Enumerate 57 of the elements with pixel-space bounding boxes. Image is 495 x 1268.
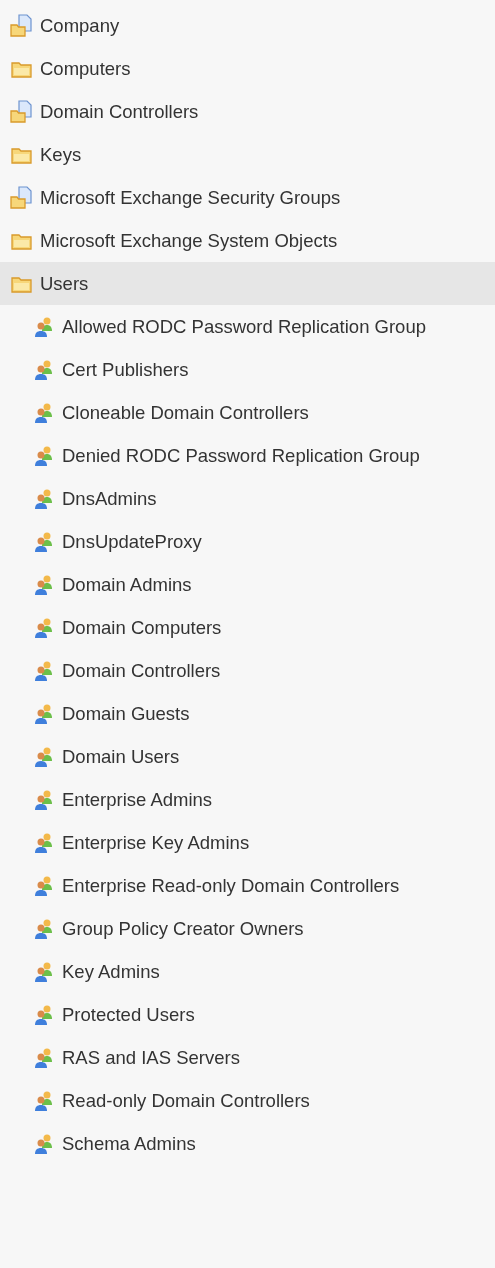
folder-document-icon: [10, 185, 34, 210]
folder-document-icon: [10, 99, 34, 124]
item-label: Users: [40, 272, 89, 295]
item-label: Domain Admins: [62, 573, 192, 596]
tree-item[interactable]: DnsAdmins: [0, 477, 495, 520]
item-label: Keys: [40, 143, 82, 166]
tree-item[interactable]: RAS and IAS Servers: [0, 1036, 495, 1079]
item-label: Cert Publishers: [62, 358, 189, 381]
tree-item[interactable]: Domain Users: [0, 735, 495, 778]
item-label: Enterprise Admins: [62, 788, 213, 811]
tree-item[interactable]: Domain Computers: [0, 606, 495, 649]
item-label: Computers: [40, 57, 131, 80]
tree-item[interactable]: Cloneable Domain Controllers: [0, 391, 495, 434]
item-label: Domain Guests: [62, 702, 190, 725]
tree-item[interactable]: DnsUpdateProxy: [0, 520, 495, 563]
item-label: Cloneable Domain Controllers: [62, 401, 309, 424]
tree-item[interactable]: Microsoft Exchange Security Groups: [0, 176, 495, 219]
tree-item[interactable]: Protected Users: [0, 993, 495, 1036]
tree-item[interactable]: Domain Guests: [0, 692, 495, 735]
tree-item[interactable]: Group Policy Creator Owners: [0, 907, 495, 950]
tree-item[interactable]: Microsoft Exchange System Objects: [0, 219, 495, 262]
item-label: DnsAdmins: [62, 487, 157, 510]
folder-document-icon: [10, 13, 34, 38]
tree-item[interactable]: Cert Publishers: [0, 348, 495, 391]
tree-item[interactable]: Keys: [0, 133, 495, 176]
tree-item[interactable]: Domain Admins: [0, 563, 495, 606]
item-label: Allowed RODC Password Replication Group: [62, 315, 426, 338]
item-label: Enterprise Read-only Domain Controllers: [62, 874, 400, 897]
item-label: Domain Controllers: [62, 659, 221, 682]
tree-item[interactable]: Enterprise Read-only Domain Controllers: [0, 864, 495, 907]
item-label: Read-only Domain Controllers: [62, 1089, 310, 1112]
item-label: Domain Users: [62, 745, 180, 768]
item-label: Domain Computers: [62, 616, 222, 639]
tree-item[interactable]: Read-only Domain Controllers: [0, 1079, 495, 1122]
item-label: Domain Controllers: [40, 100, 199, 123]
item-label: Microsoft Exchange Security Groups: [40, 186, 341, 209]
item-label: Enterprise Key Admins: [62, 831, 250, 854]
tree-item[interactable]: Domain Controllers: [0, 649, 495, 692]
item-label: Microsoft Exchange System Objects: [40, 229, 338, 252]
item-label: Company: [40, 14, 120, 37]
tree-item[interactable]: Enterprise Key Admins: [0, 821, 495, 864]
item-label: Schema Admins: [62, 1132, 196, 1155]
item-label: RAS and IAS Servers: [62, 1046, 240, 1069]
tree-item[interactable]: Allowed RODC Password Replication Group: [0, 305, 495, 348]
item-label: DnsUpdateProxy: [62, 530, 202, 553]
item-label: Group Policy Creator Owners: [62, 917, 304, 940]
tree-item[interactable]: Denied RODC Password Replication Group: [0, 434, 495, 477]
tree-item[interactable]: Users: [0, 262, 495, 305]
tree-item[interactable]: Key Admins: [0, 950, 495, 993]
tree-item[interactable]: Domain Controllers: [0, 90, 495, 133]
item-label: Denied RODC Password Replication Group: [62, 444, 420, 467]
tree-item[interactable]: Schema Admins: [0, 1122, 495, 1165]
item-label: Key Admins: [62, 960, 160, 983]
tree-item[interactable]: Enterprise Admins: [0, 778, 495, 821]
tree-item[interactable]: Computers: [0, 47, 495, 90]
tree-item[interactable]: Company: [0, 4, 495, 47]
item-label: Protected Users: [62, 1003, 195, 1026]
